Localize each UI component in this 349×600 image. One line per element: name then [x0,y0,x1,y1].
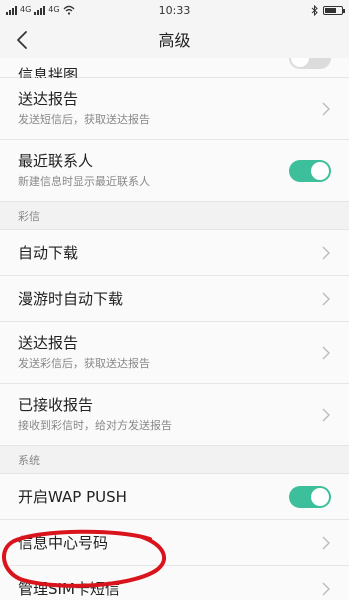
setting-title: 送达报告 [18,334,79,352]
setting-row-manage-sim-messages[interactable]: 管理SIM卡短信 [0,566,349,600]
back-button[interactable] [8,26,36,54]
toggle-knob [291,58,309,67]
setting-row-sms-delivery-report[interactable]: 送达报告 发送短信后，获取送达报告 [0,78,349,140]
setting-row-roaming-auto-download[interactable]: 漫游时自动下载 [0,276,349,322]
chevron-right-icon [322,346,330,359]
settings-list[interactable]: 信息拌图 送达报告 发送短信后，获取送达报告 最近联系人 新建信息时显示最近联系… [0,58,349,600]
signal-indicators: 4G 4G [6,5,75,15]
setting-subtitle: 接收到彩信时，给对方发送报告 [18,419,172,432]
setting-title: 管理SIM卡短信 [18,579,120,598]
wap-push-toggle[interactable] [289,485,331,508]
status-bar: 4G 4G 10:33 [0,0,349,20]
chevron-right-icon [322,408,330,421]
setting-row-mms-delivery-report[interactable]: 送达报告 发送彩信后，获取送达报告 [0,322,349,384]
chevron-right-icon [322,102,330,115]
setting-row-read-report[interactable]: 已接收报告 接收到彩信时，给对方发送报告 [0,384,349,446]
setting-title: 信息中心号码 [18,533,109,552]
setting-row-message-center-number[interactable]: 信息中心号码 [0,520,349,566]
wifi-icon [63,5,75,15]
battery-icon [323,5,345,15]
carrier-label-1: 4G [20,5,32,14]
setting-title: 送达报告 [18,90,79,108]
carrier-label-2: 4G [48,5,60,14]
message-image-toggle[interactable] [289,58,331,69]
setting-title: 漫游时自动下载 [18,289,124,308]
setting-subtitle: 发送短信后，获取送达报告 [18,113,150,126]
setting-title: 已接收报告 [18,396,94,414]
setting-row-message-image[interactable]: 信息拌图 [0,58,349,84]
recent-contacts-toggle[interactable] [289,159,331,182]
status-right [311,4,345,16]
setting-row-auto-download[interactable]: 自动下载 [0,230,349,276]
bluetooth-icon [311,4,318,16]
setting-row-wap-push[interactable]: 开启WAP PUSH [0,474,349,520]
setting-row-recent-contacts[interactable]: 最近联系人 新建信息时显示最近联系人 [0,140,349,202]
chevron-right-icon [322,246,330,259]
toggle-knob [311,161,329,180]
signal-icon [34,5,46,15]
chevron-right-icon [322,292,330,305]
signal-icon [6,5,17,15]
setting-subtitle: 发送彩信后，获取送达报告 [18,357,150,370]
chevron-right-icon [322,582,330,595]
chevron-right-icon [322,536,330,549]
section-header-system: 系统 [0,446,349,474]
section-header-mms: 彩信 [0,202,349,230]
back-arrow-icon [17,31,27,49]
page-title: 高级 [158,31,191,50]
toggle-knob [311,487,329,506]
setting-title: 自动下载 [18,243,79,262]
title-bar: 高级 [0,20,349,58]
